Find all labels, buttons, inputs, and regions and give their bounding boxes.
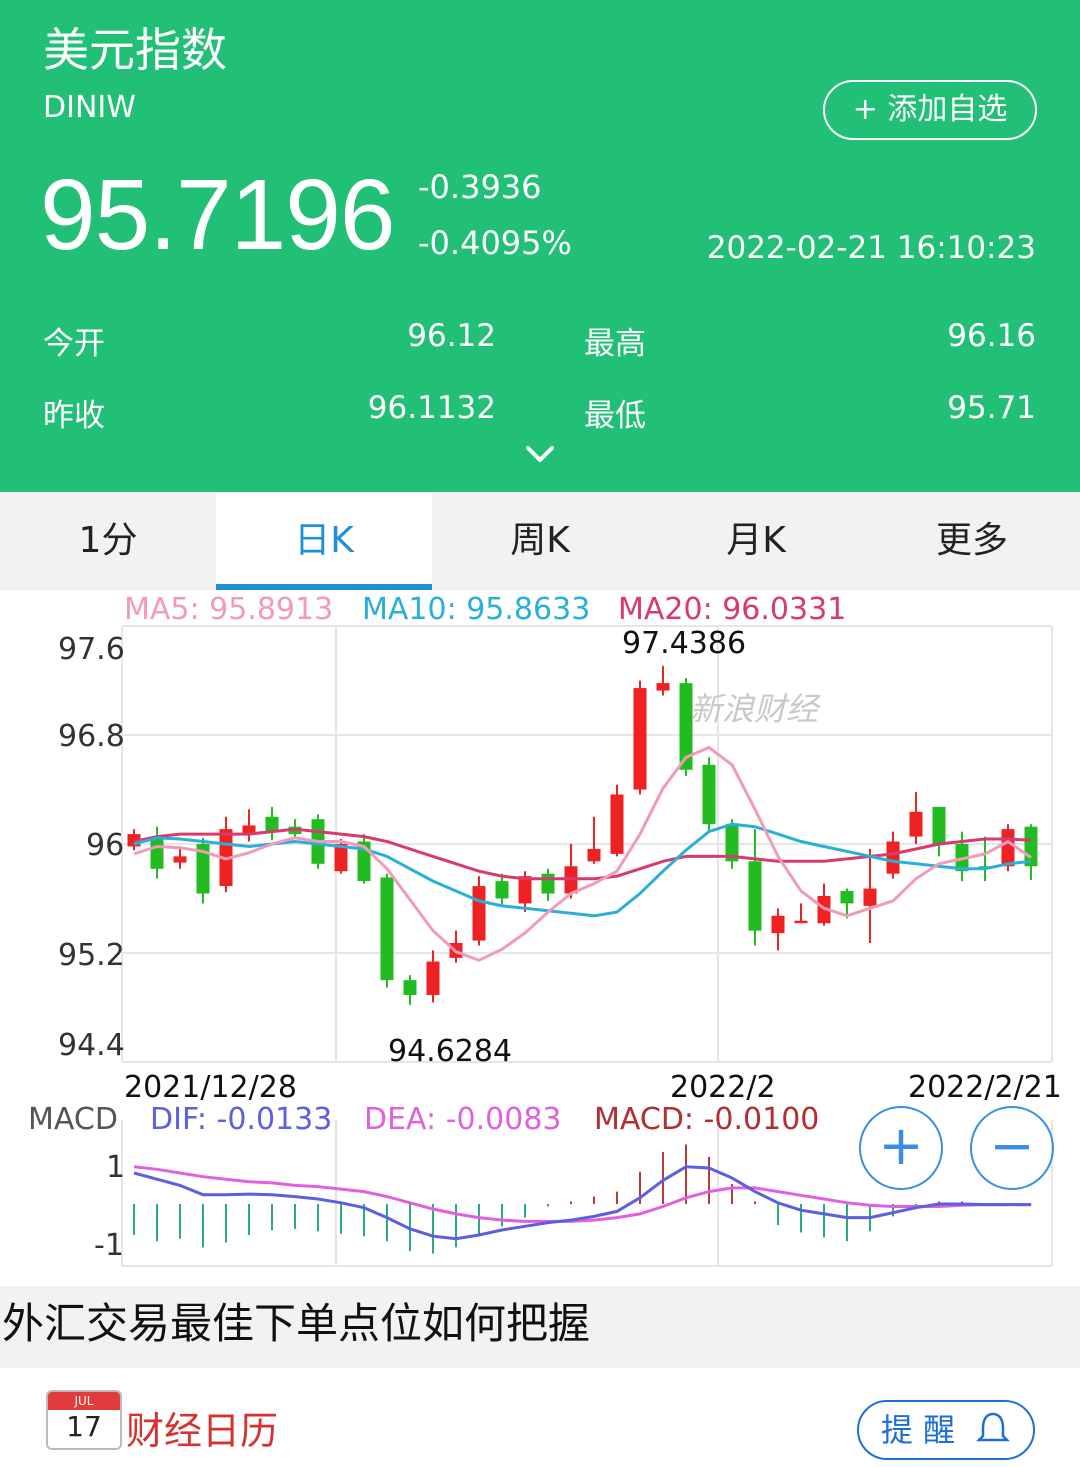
- x-label-mid: 2022/2: [670, 1070, 776, 1105]
- y-tick-97-6: 97.6: [58, 632, 125, 667]
- candle-body: [380, 877, 394, 981]
- candle-body: [426, 961, 440, 995]
- article-title[interactable]: 外汇交易最佳下单点位如何把握: [2, 1290, 590, 1351]
- macd-legend: MACD: -0.0100: [594, 1102, 820, 1137]
- dea-legend: DEA: -0.0083: [364, 1102, 562, 1137]
- calendar-label[interactable]: 财经日历: [126, 1400, 278, 1455]
- candle-body: [472, 886, 486, 941]
- x-label-start: 2021/12/28: [124, 1070, 297, 1105]
- candle-body: [518, 876, 532, 904]
- macd-y-tick-neg1: -1: [94, 1228, 124, 1263]
- high-value: 96.16: [947, 318, 1036, 354]
- candle-body: [656, 683, 670, 691]
- open-label: 今开: [43, 326, 105, 362]
- quote-timestamp: 2022-02-21 16:10:23: [706, 230, 1036, 266]
- low-label: 最低: [584, 398, 646, 434]
- candle-body: [541, 873, 555, 894]
- candle-body: [610, 794, 624, 854]
- current-price: 95.7196: [40, 159, 395, 271]
- bell-icon: [975, 1410, 1011, 1467]
- candle-body: [909, 811, 923, 837]
- candle-body: [495, 881, 509, 899]
- period-tabs: 1分 日K 周K 月K 更多: [0, 492, 1080, 590]
- candle-body: [633, 688, 647, 790]
- open-value: 96.12: [407, 318, 496, 354]
- candle-body: [1001, 829, 1015, 867]
- instrument-code: DINIW: [43, 90, 136, 125]
- dif-legend: DIF: -0.0133: [150, 1102, 333, 1137]
- y-tick-96-8: 96.8: [58, 719, 125, 754]
- candle-body: [771, 915, 785, 934]
- instrument-title: 美元指数: [43, 23, 227, 77]
- remind-button[interactable]: 提 醒: [857, 1400, 1035, 1460]
- tab-daily-k[interactable]: 日K: [216, 492, 432, 590]
- price-change-percent: -0.4095%: [418, 224, 572, 262]
- candle-body: [794, 920, 808, 924]
- high-label: 最高: [584, 326, 646, 362]
- candle-body: [748, 861, 762, 931]
- calendar-month: JUL: [48, 1392, 120, 1410]
- chevron-down-icon[interactable]: [520, 440, 560, 470]
- candle-body: [932, 806, 946, 844]
- remind-label: 提 醒: [881, 1411, 956, 1449]
- candle-body: [587, 848, 601, 862]
- candle-body: [150, 837, 164, 869]
- candle-body: [702, 764, 716, 825]
- tab-1min[interactable]: 1分: [0, 492, 216, 590]
- tab-monthly-k[interactable]: 月K: [648, 492, 864, 590]
- low-value: 95.71: [947, 390, 1036, 426]
- candle-body: [173, 856, 187, 863]
- candle-body: [840, 891, 854, 904]
- price-change: -0.3936: [418, 168, 542, 206]
- candle-body: [265, 816, 279, 832]
- prev-close-value: 96.1132: [367, 390, 496, 426]
- sina-watermark: 新浪财经: [690, 690, 819, 728]
- zoom-out-button[interactable]: −: [970, 1106, 1054, 1190]
- add-watchlist-button[interactable]: + 添加自选: [823, 80, 1037, 140]
- candle-body: [403, 980, 417, 995]
- tab-more[interactable]: 更多: [864, 492, 1080, 590]
- tab-weekly-k[interactable]: 周K: [432, 492, 648, 590]
- y-tick-95-2: 95.2: [58, 938, 125, 973]
- x-label-end: 2022/2/21: [908, 1070, 1062, 1105]
- macd-title: MACD: [28, 1102, 118, 1137]
- prev-close-label: 昨收: [43, 398, 105, 434]
- max-price-label: 97.4386: [622, 626, 747, 661]
- candle-body: [863, 888, 877, 906]
- calendar-day: 17: [66, 1410, 102, 1443]
- y-tick-96: 96: [86, 828, 125, 863]
- min-price-label: 94.6284: [388, 1034, 513, 1069]
- candle-body: [886, 841, 900, 874]
- quote-header: 美元指数 DINIW + 添加自选 95.7196 -0.3936 -0.409…: [0, 0, 1080, 492]
- macd-y-tick-1: 1: [106, 1150, 126, 1185]
- y-tick-94-4: 94.4: [58, 1028, 125, 1063]
- calendar-icon: JUL 17: [46, 1390, 122, 1450]
- zoom-in-button[interactable]: +: [859, 1106, 943, 1190]
